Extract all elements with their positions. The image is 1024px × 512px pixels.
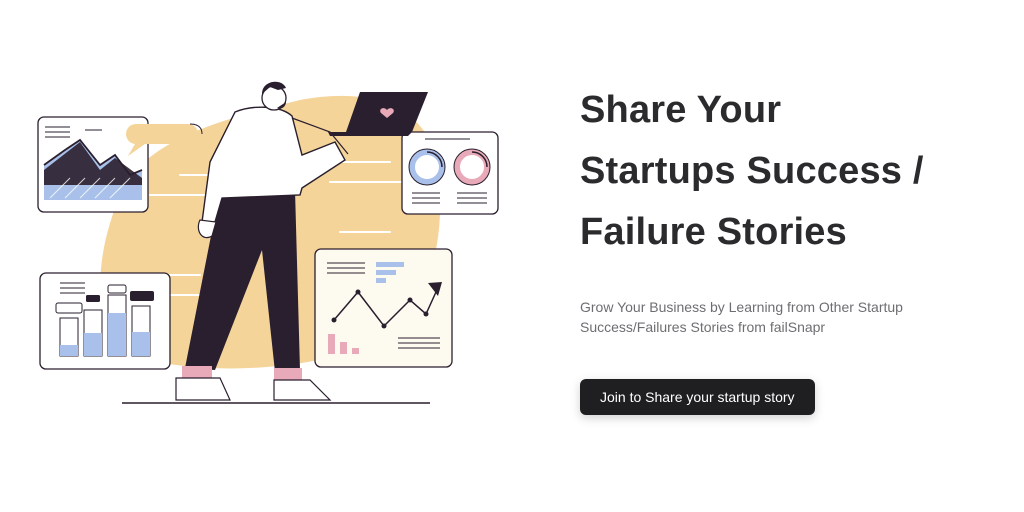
hero-title-line-2: Startups Success / xyxy=(580,150,924,192)
donut-chart-card xyxy=(401,131,499,215)
bar-chart-card xyxy=(39,272,171,370)
hero-title-line-3: Failure Stories xyxy=(580,211,847,253)
hero-title-line-1: Share Your xyxy=(580,89,782,131)
join-share-story-button[interactable]: Join to Share your startup story xyxy=(580,379,815,415)
hero-subtitle: Grow Your Business by Learning from Othe… xyxy=(580,299,903,335)
hero-title: Share Your Startups Success / Failure St… xyxy=(580,80,1000,263)
line-chart-card xyxy=(314,248,453,368)
hero-section: Share Your Startups Success / Failure St… xyxy=(580,80,1000,415)
hero-illustration xyxy=(30,70,510,420)
